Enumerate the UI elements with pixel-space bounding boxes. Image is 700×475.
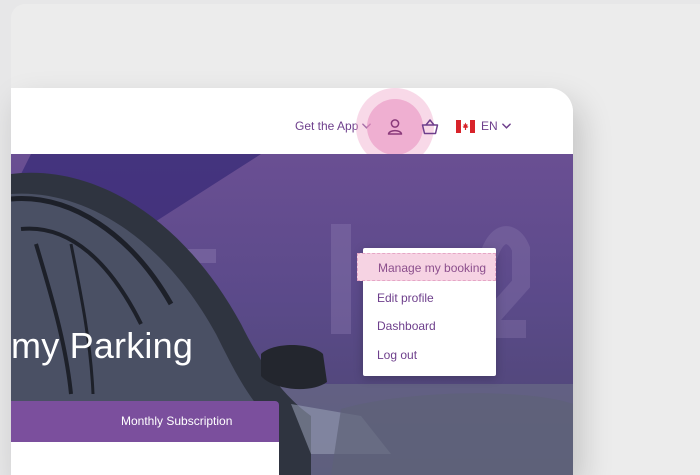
menu-item-log-out[interactable]: Log out	[363, 341, 496, 369]
language-label: EN	[481, 119, 498, 133]
booking-tab-bar: Monthly Subscription	[11, 401, 279, 442]
top-navigation-bar: Get the App EN	[11, 88, 573, 166]
user-icon	[387, 119, 403, 135]
browser-window: Get the App EN my Parking Monthly Subscr…	[11, 88, 573, 475]
language-selector[interactable]: EN	[481, 119, 511, 133]
menu-item-manage-booking[interactable]: Manage my booking	[357, 253, 496, 281]
menu-item-dashboard[interactable]: Dashboard	[363, 312, 496, 340]
chevron-down-icon	[501, 123, 511, 129]
tab-monthly-subscription[interactable]: Monthly Subscription	[121, 414, 232, 428]
canada-flag-icon[interactable]	[456, 120, 475, 133]
booking-form-card	[11, 442, 279, 475]
account-dropdown-menu: Manage my booking Edit profile Dashboard…	[357, 248, 496, 376]
get-the-app-label: Get the App	[295, 119, 359, 133]
account-button[interactable]	[385, 117, 405, 137]
cart-button[interactable]	[421, 118, 439, 136]
menu-item-edit-profile[interactable]: Edit profile	[363, 284, 496, 312]
hero-title: my Parking	[11, 325, 194, 366]
basket-icon	[421, 119, 439, 135]
